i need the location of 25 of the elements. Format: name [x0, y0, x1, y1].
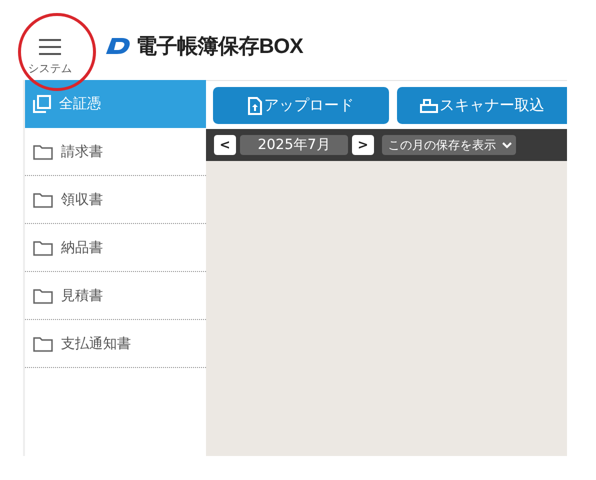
chevron-down-icon [502, 141, 512, 149]
folder-icon [33, 240, 53, 256]
folder-icon [33, 144, 53, 160]
system-menu-button[interactable]: システム [28, 38, 72, 80]
item-label: 全証憑 [59, 94, 101, 112]
filter-dropdown[interactable]: この月の保存を表示 [382, 135, 516, 155]
folder-icon [33, 288, 53, 304]
scanner-button[interactable]: スキャナー取込 [397, 87, 567, 124]
item-label: 請求書 [61, 142, 103, 160]
item-label: 見積書 [61, 286, 103, 304]
item-label: 納品書 [61, 238, 103, 256]
item-label: 領収書 [61, 190, 103, 208]
menu-icon [38, 38, 62, 56]
folder-icon [33, 192, 53, 208]
month-label: 2025年7月 [240, 135, 348, 155]
upload-button[interactable]: アップロード [213, 87, 389, 124]
item-label: 支払通知書 [61, 334, 131, 352]
copy-icon [33, 94, 51, 112]
next-month-button[interactable]: > [352, 135, 374, 155]
printer-icon [420, 98, 438, 112]
logo-text: 電子帳簿保存BOX [136, 34, 304, 60]
folder-icon [33, 336, 53, 352]
previous-month-button[interactable]: < [214, 135, 236, 155]
logo-icon [104, 37, 132, 55]
file-upload-icon [248, 96, 262, 114]
